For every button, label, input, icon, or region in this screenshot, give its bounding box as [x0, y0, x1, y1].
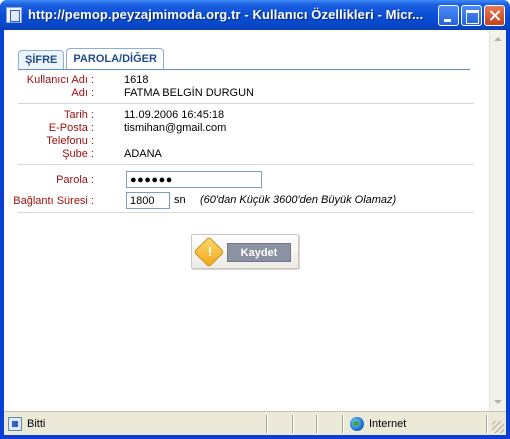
minimize-button[interactable]: [438, 5, 459, 26]
name-label: Adı :: [71, 87, 94, 99]
status-text: Bitti: [27, 418, 46, 430]
name-row: Adı : FATMA BELGİN DURGUN: [4, 87, 474, 100]
email-label: E-Posta :: [48, 122, 94, 134]
username-value: 1618: [124, 74, 149, 86]
browser-window: http://pemop.peyzajmimoda.org.tr - Kulla…: [0, 0, 510, 439]
status-divider: [266, 415, 268, 433]
password-input[interactable]: [126, 171, 262, 188]
date-label: Tarih :: [64, 109, 94, 121]
name-value: FATMA BELGİN DURGUN: [124, 87, 254, 99]
duration-unit: sn: [174, 194, 186, 206]
status-divider: [292, 415, 294, 433]
status-divider: [342, 415, 344, 433]
divider: [18, 103, 474, 104]
globe-icon: [350, 417, 364, 431]
save-button[interactable]: ! Kaydet: [191, 234, 299, 269]
duration-hint: (60'dan Küçük 3600'den Büyük Olamaz): [200, 194, 397, 206]
email-row: E-Posta : tismihan@gmail.com: [4, 122, 474, 135]
status-divider: [486, 415, 488, 433]
divider: [18, 164, 474, 165]
date-value: 11.09.2006 16:45:18: [124, 109, 225, 121]
close-button[interactable]: [484, 5, 505, 26]
branch-value: ADANA: [124, 148, 162, 160]
branch-row: Şube : ADANA: [4, 148, 474, 161]
save-button-label: Kaydet: [227, 243, 291, 262]
title-bar[interactable]: http://pemop.peyzajmimoda.org.tr - Kulla…: [0, 0, 510, 30]
vertical-scrollbar[interactable]: [489, 30, 506, 411]
scroll-down-icon[interactable]: [490, 394, 506, 410]
tab-divider: [18, 69, 470, 70]
duration-input[interactable]: [126, 192, 170, 209]
window-title: http://pemop.peyzajmimoda.org.tr - Kulla…: [28, 7, 424, 22]
username-row: Kullanıcı Adı : 1618: [4, 74, 474, 87]
tab-parola-diger[interactable]: PAROLA/DİĞER: [66, 48, 164, 70]
page-icon: [8, 417, 22, 431]
tab-bar: ŞİFRE PAROLA/DİĞER: [18, 48, 166, 70]
date-row: Tarih : 11.09.2006 16:45:18: [4, 109, 474, 122]
tab-sifre[interactable]: ŞİFRE: [18, 50, 65, 70]
username-label: Kullanıcı Adı :: [26, 74, 94, 86]
branch-label: Şube :: [62, 148, 94, 160]
divider: [18, 212, 474, 213]
status-divider: [316, 415, 318, 433]
phone-label: Telefonu :: [46, 135, 94, 147]
page-icon: [6, 7, 22, 23]
password-label: Parola :: [56, 174, 94, 186]
status-bar: Bitti Internet: [4, 411, 506, 435]
email-value: tismihan@gmail.com: [124, 122, 227, 134]
resize-grip-icon[interactable]: [492, 421, 504, 433]
exclamation-icon: !: [207, 244, 213, 259]
page-content: ŞİFRE PAROLA/DİĞER Kullanıcı Adı : 1618 …: [4, 30, 506, 435]
phone-row: Telefonu :: [4, 135, 474, 148]
scroll-up-icon[interactable]: [490, 31, 506, 47]
maximize-button[interactable]: [461, 5, 482, 26]
security-zone: Internet: [369, 418, 407, 430]
duration-label: Bağlantı Süresi :: [13, 195, 94, 207]
